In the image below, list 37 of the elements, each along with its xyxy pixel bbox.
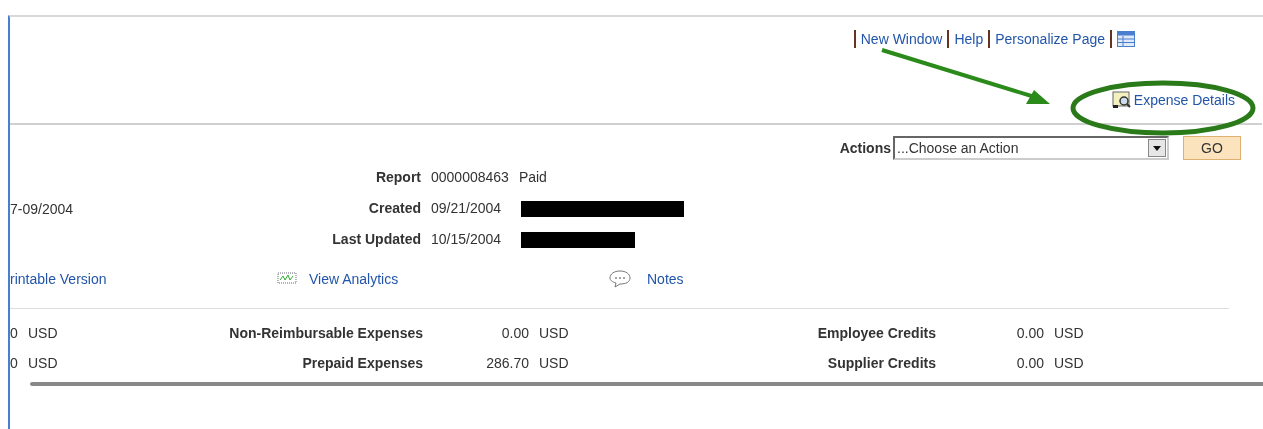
printable-version-link[interactable]: rintable Version (10, 268, 107, 290)
amount-value: 286.70 (485, 354, 529, 373)
actions-label: Actions (839, 138, 891, 158)
chart-icon (277, 272, 297, 286)
field-value: 09/21/2004 (431, 199, 502, 218)
magnifier-document-icon (1111, 91, 1132, 109)
field-value: 0000008463 (431, 168, 509, 187)
amount-value: 0.00 (500, 324, 529, 343)
amount-value: 0.00 (1015, 354, 1044, 373)
header-link[interactable]: Personalize Page (995, 28, 1105, 50)
currency-code: USD (28, 324, 59, 343)
currency-code: USD (1054, 354, 1084, 373)
field-label: Created (367, 199, 421, 218)
summary-label: Supplier Credits (826, 354, 936, 373)
summary-label: Non-Reimbursable Expenses (228, 324, 423, 343)
summary-label: Prepaid Expenses (301, 354, 423, 373)
header-link[interactable]: Help (954, 28, 984, 50)
summary-label: Employee Credits (816, 324, 936, 343)
currency-code: USD (28, 354, 59, 373)
currency-code: USD (539, 324, 570, 343)
amount-value: 0.00 (1015, 324, 1044, 343)
go-button[interactable]: GO (1183, 136, 1241, 160)
header-link[interactable]: New Window (860, 28, 943, 50)
amount-value: 0 (10, 354, 19, 373)
date-range: 7-09/2004 (10, 201, 74, 217)
field-label: Last Updated (331, 230, 421, 249)
currency-code: USD (1054, 324, 1084, 343)
currency-code: USD (539, 354, 570, 373)
actions-dropdown[interactable]: ...Choose an Action (893, 136, 1169, 160)
field-value: 10/15/2004 (431, 230, 502, 249)
table-icon[interactable] (1117, 31, 1135, 47)
view-analytics-link[interactable]: View Analytics (309, 268, 399, 290)
notes-link[interactable]: Notes (647, 268, 684, 290)
field-label: Report (374, 168, 421, 187)
status-text: Paid (518, 168, 547, 187)
amount-value: 0 (10, 324, 19, 343)
speech-bubble-icon (609, 270, 631, 288)
